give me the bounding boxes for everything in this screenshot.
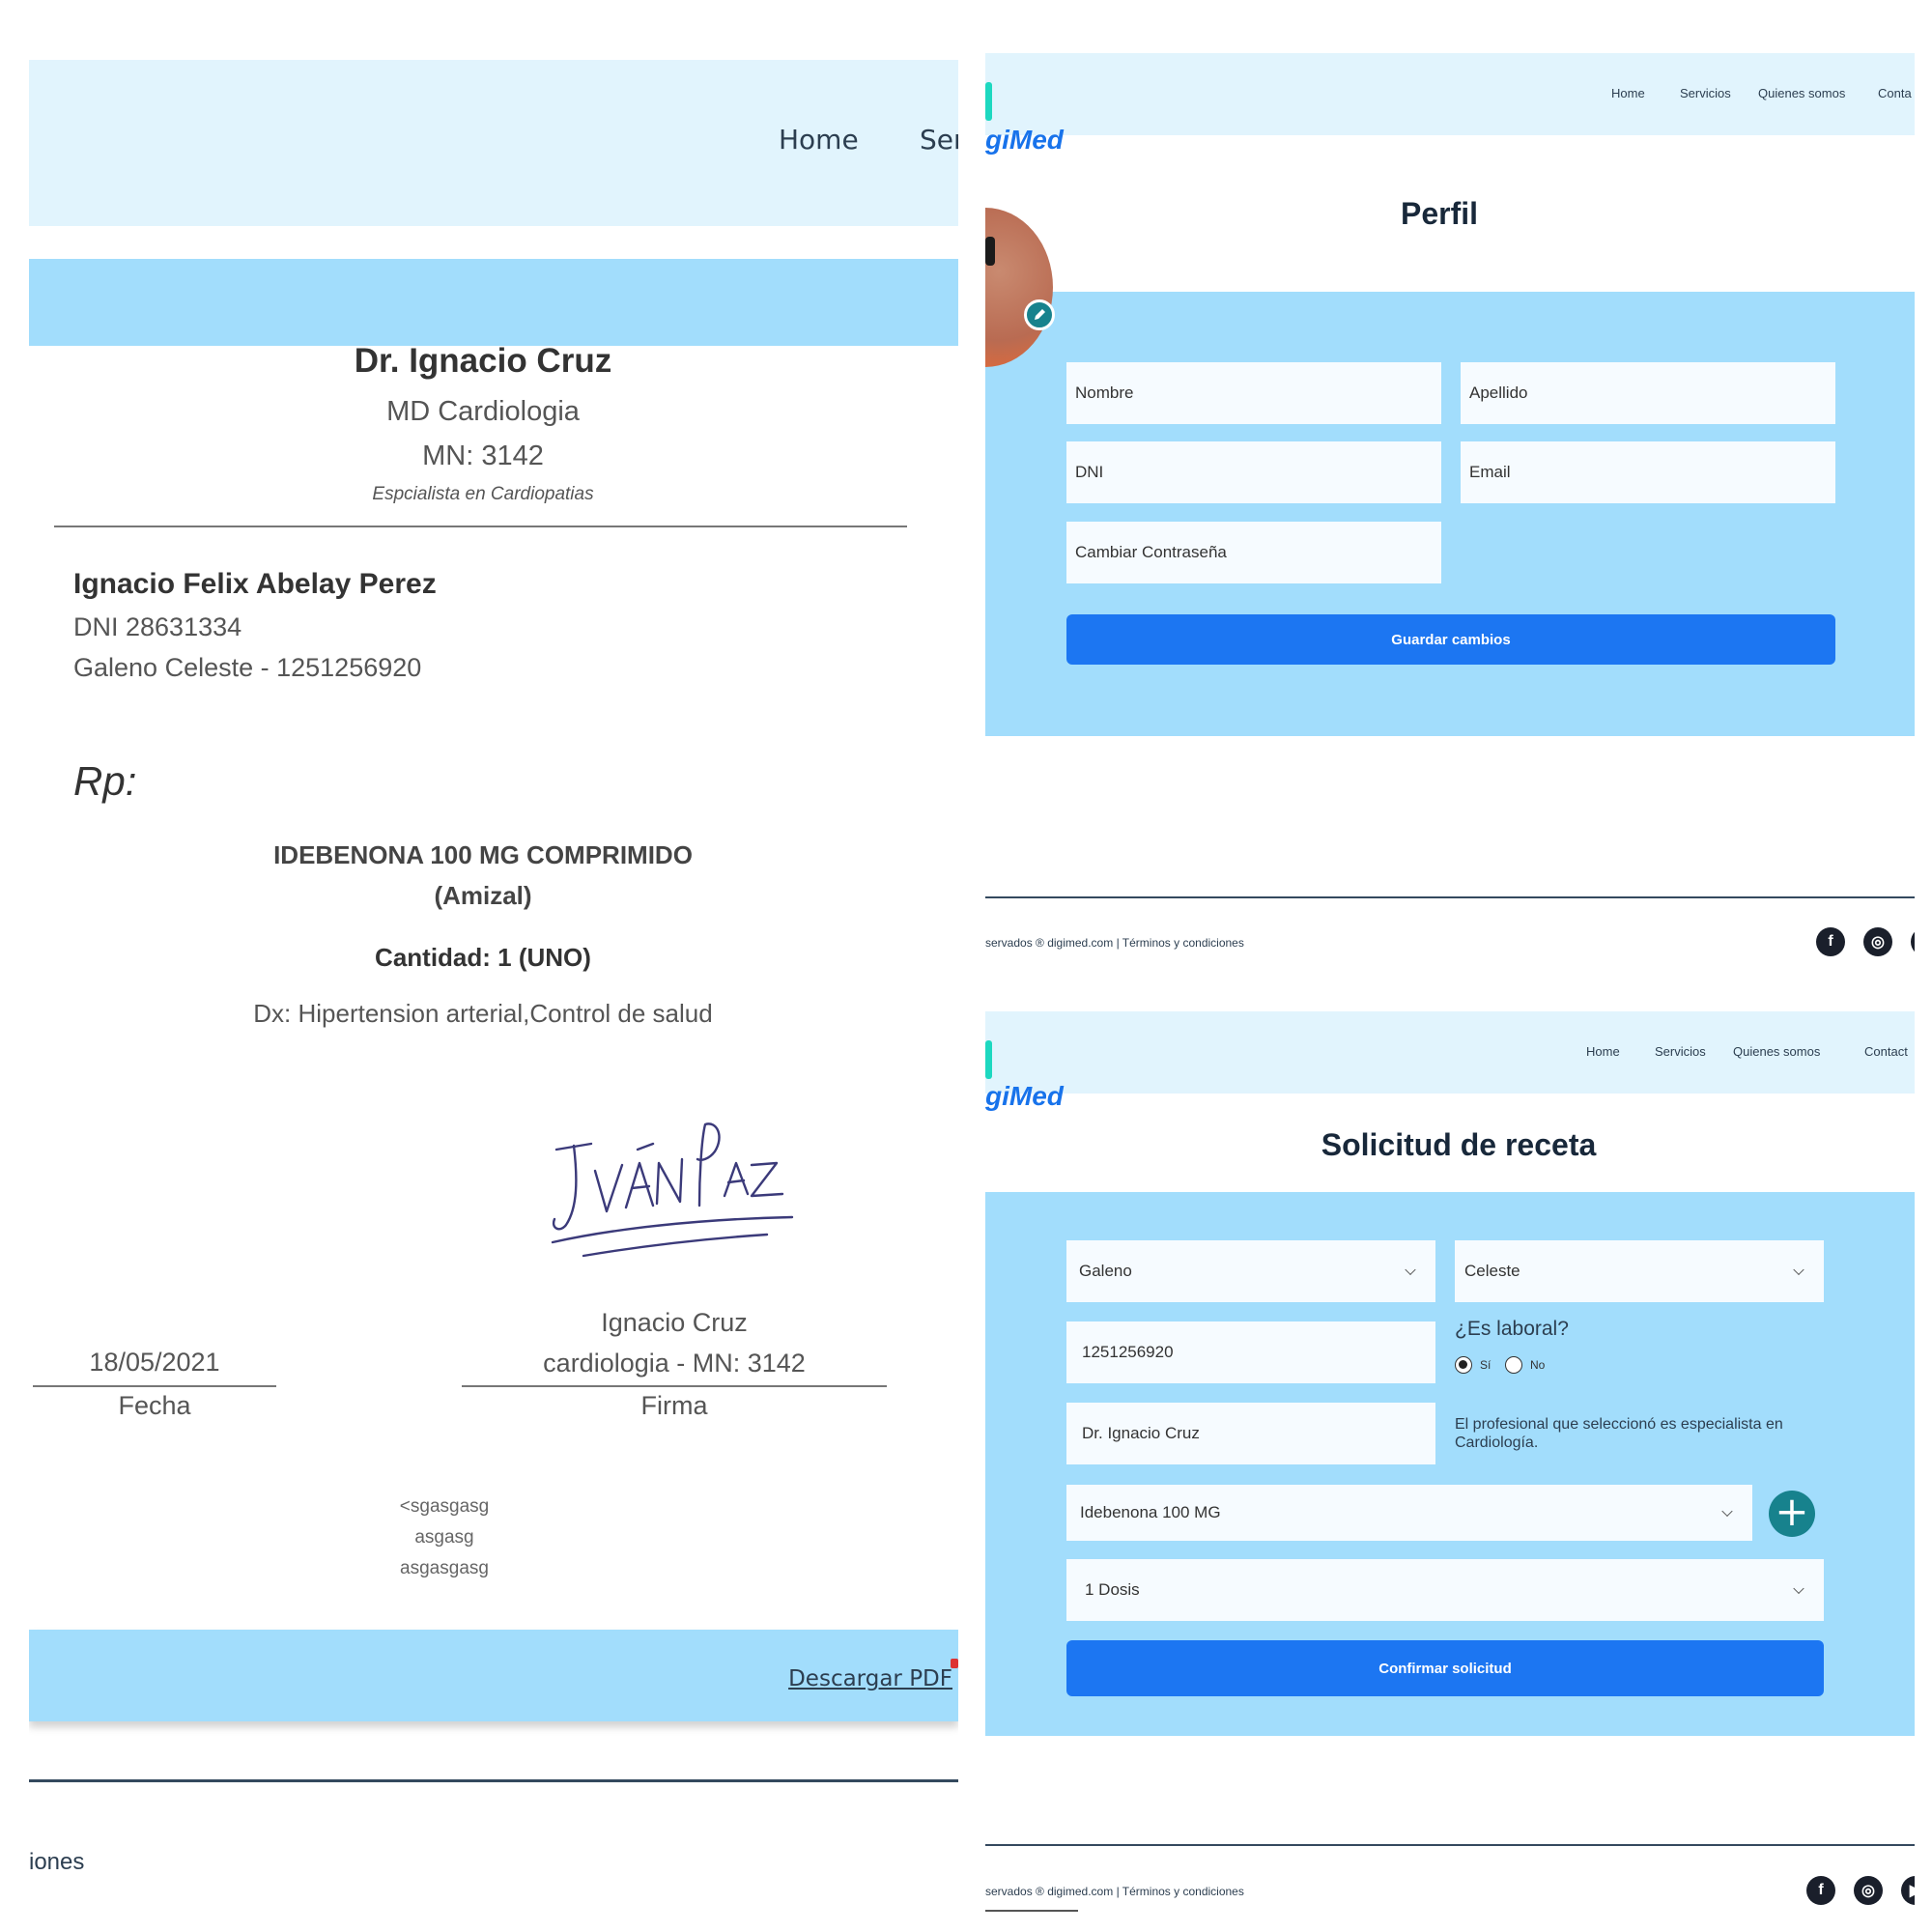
medication-quantity: Cantidad: 1 (UNO) [375, 943, 591, 972]
labor-yes-label: Sí [1480, 1358, 1492, 1372]
save-changes-button[interactable]: Guardar cambios [1066, 614, 1835, 665]
date-value: 18/05/2021 [89, 1348, 220, 1377]
insurer-value: Galeno [1079, 1262, 1132, 1280]
dose-select[interactable]: 1 Dosis [1066, 1559, 1824, 1621]
footer-divider [29, 1779, 958, 1782]
page-title: Perfil [1400, 196, 1479, 231]
signature-label: Firma [640, 1391, 708, 1420]
signer-name: Ignacio Cruz [601, 1308, 748, 1337]
medication-brand: (Amizal) [434, 881, 532, 910]
instagram-icon[interactable]: ◎ [1854, 1876, 1883, 1905]
page-title: Solicitud de receta [1321, 1127, 1597, 1162]
logo-mark [985, 1040, 992, 1079]
instagram-icon[interactable]: ◎ [1863, 927, 1892, 956]
note-line: asgasgasg [400, 1558, 489, 1578]
note-line: <sgasgasg [399, 1496, 490, 1517]
first-name-field[interactable]: Nombre [1066, 362, 1441, 424]
footer-divider [985, 896, 1915, 898]
third-social-icon[interactable]: ▶ [1901, 1876, 1915, 1905]
header-divider [54, 526, 907, 527]
facebook-icon[interactable]: f [1806, 1876, 1835, 1905]
plan-select[interactable]: Celeste [1455, 1240, 1824, 1302]
prescription-header: Home Ser [29, 60, 958, 226]
confirm-request-button[interactable]: Confirmar solicitud [1066, 1640, 1824, 1696]
nav-about-link[interactable]: Quienes somos [1758, 86, 1845, 100]
doctor-field[interactable]: Dr. Ignacio Cruz [1066, 1403, 1435, 1464]
prescription-notes: <sgasgasg asgasg asgasgasg [377, 1492, 512, 1584]
date-label: Fecha [118, 1391, 191, 1420]
nav-home-link[interactable]: Home [1611, 86, 1645, 100]
prescription-panel: Home Ser Dr. Ignacio Cruz MD Cardiologia… [29, 58, 958, 1932]
nav-home-link[interactable]: Home [779, 124, 859, 156]
profile-header: Home Servicios Quienes somos Conta [985, 53, 1915, 135]
prescription-band [29, 259, 958, 346]
plus-icon: + [1775, 1488, 1809, 1535]
chevron-down-icon [1793, 1582, 1804, 1595]
labor-question: ¿Es laboral? [1455, 1318, 1569, 1340]
plan-value: Celeste [1464, 1262, 1520, 1280]
dose-value: 1 Dosis [1085, 1580, 1140, 1599]
patient-dni: DNI 28631334 [73, 612, 242, 641]
change-password-field[interactable]: Cambiar Contraseña [1066, 522, 1441, 583]
member-number-field[interactable]: 1251256920 [1066, 1321, 1435, 1383]
signature-line [462, 1385, 887, 1387]
rp-label: Rp: [73, 758, 137, 804]
labor-no-radio[interactable] [1505, 1356, 1522, 1374]
notification-dot [951, 1659, 958, 1668]
avatar-hair [985, 237, 995, 266]
last-name-field[interactable]: Apellido [1461, 362, 1835, 424]
labor-no-label: No [1530, 1358, 1546, 1372]
request-panel: Home Servicios Quienes somos Contact giM… [985, 1011, 1915, 1932]
chevron-down-icon [1721, 1505, 1733, 1518]
prescription-footer: Descargar PDF [29, 1630, 958, 1721]
medication-select[interactable]: Idebenona 100 MG [1066, 1485, 1752, 1541]
nav-services-link[interactable]: Servicios [1655, 1044, 1706, 1059]
diagnosis: Dx: Hipertension arterial,Control de sal… [253, 999, 713, 1028]
logo-mark [985, 82, 992, 121]
medication-value: Idebenona 100 MG [1080, 1503, 1221, 1521]
facebook-icon[interactable]: f [1816, 927, 1845, 956]
specialist-note: El profesional que seleccionó es especia… [1455, 1416, 1783, 1451]
patient-name: Ignacio Felix Abelay Perez [73, 568, 437, 600]
doctor-tagline: Espcialista en Cardiopatias [372, 484, 594, 504]
third-social-icon[interactable]: ▶ [1911, 927, 1915, 956]
note-line: asgasg [414, 1527, 474, 1548]
doctor-specialty: MD Cardiologia [386, 396, 580, 427]
doctor-name: Dr. Ignacio Cruz [354, 342, 612, 380]
chevron-down-icon [1793, 1264, 1804, 1276]
copyright-text: servados ® digimed.com | Términos y cond… [985, 1885, 1244, 1898]
edit-avatar-button[interactable] [1024, 299, 1055, 330]
request-header: Home Servicios Quienes somos Contact [985, 1011, 1915, 1094]
nav-services-link[interactable]: Servicios [1680, 86, 1731, 100]
digimed-logo[interactable]: giMed [985, 125, 1064, 156]
date-line [33, 1385, 276, 1387]
nav-contact-link[interactable]: Contact [1864, 1044, 1908, 1059]
profile-form-band [985, 292, 1915, 736]
add-medication-button[interactable]: + [1769, 1491, 1815, 1537]
pencil-icon [1035, 309, 1045, 320]
chevron-down-icon [1405, 1264, 1416, 1276]
footer-underline [985, 1910, 1078, 1912]
email-field[interactable]: Email [1461, 441, 1835, 503]
nav-services-link[interactable]: Ser [920, 124, 958, 156]
nav-home-link[interactable]: Home [1586, 1044, 1620, 1059]
doctor-license: MN: 3142 [422, 440, 544, 471]
download-pdf-link[interactable]: Descargar PDF [788, 1666, 952, 1691]
insurer-select[interactable]: Galeno [1066, 1240, 1435, 1302]
digimed-logo[interactable]: giMed [985, 1081, 1064, 1112]
handwritten-signature [551, 1122, 794, 1258]
profile-panel: Home Servicios Quienes somos Conta giMed… [985, 53, 1915, 990]
nav-about-link[interactable]: Quienes somos [1733, 1044, 1820, 1059]
footer-divider [985, 1844, 1915, 1846]
labor-yes-radio[interactable] [1455, 1356, 1472, 1374]
nav-contact-link[interactable]: Conta [1878, 86, 1912, 100]
dni-field[interactable]: DNI [1066, 441, 1441, 503]
footer-text-partial: iones [29, 1849, 85, 1875]
medication-name: IDEBENONA 100 MG COMPRIMIDO [273, 840, 693, 869]
patient-insurance: Galeno Celeste - 1251256920 [73, 653, 422, 682]
signer-detail: cardiologia - MN: 3142 [543, 1349, 806, 1378]
copyright-text: servados ® digimed.com | Términos y cond… [985, 936, 1244, 950]
